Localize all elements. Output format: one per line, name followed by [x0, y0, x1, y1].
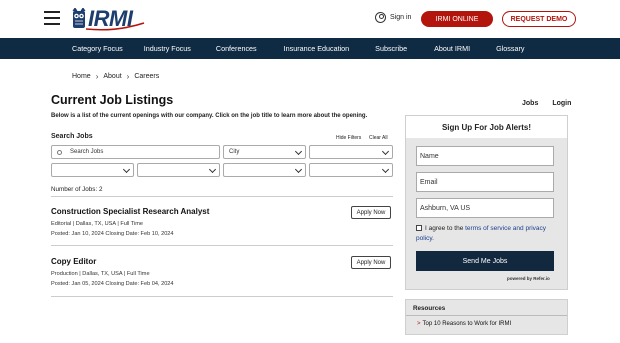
hide-filters-link[interactable]: Hide Filters — [336, 135, 361, 141]
menu-icon[interactable] — [44, 11, 60, 25]
chevron-down-icon — [208, 165, 217, 174]
divider — [51, 296, 393, 297]
nav-conferences[interactable]: Conferences — [216, 44, 257, 53]
login-link[interactable]: Login — [552, 100, 571, 107]
chevron-down-icon — [381, 147, 390, 156]
site-header: IRMI Sign in IRMI ONLINE REQUEST DEMO — [0, 0, 620, 38]
divider — [406, 315, 567, 316]
nav-glossary[interactable]: Glossary — [496, 44, 524, 53]
resources-box: Resources > Top 10 Reasons to Work for IR… — [405, 299, 568, 335]
breadcrumb-home[interactable]: Home — [72, 73, 91, 80]
number-of-jobs: Number of Jobs: 2 — [51, 186, 103, 193]
job-title-link[interactable]: Copy Editor — [51, 257, 96, 266]
page-title: Current Job Listings — [51, 93, 174, 107]
city-select[interactable]: City — [223, 145, 306, 159]
name-placeholder: Name — [420, 152, 439, 160]
job-details: Editorial | Dallas, TX, USA | Full Time — [51, 221, 144, 227]
apply-now-button[interactable]: Apply Now — [351, 206, 391, 219]
sign-in-label: Sign in — [390, 14, 412, 21]
chevron-down-icon — [294, 165, 303, 174]
chevron-down-icon — [122, 165, 131, 174]
job-board-links: Jobs Login — [522, 100, 571, 107]
divider — [51, 196, 393, 197]
jobs-link[interactable]: Jobs — [522, 100, 538, 107]
chevron-right-icon: › — [95, 72, 99, 81]
search-jobs-label: Search Jobs — [51, 133, 93, 140]
user-icon — [375, 12, 386, 23]
sign-in-link[interactable]: Sign in — [375, 12, 411, 23]
main-nav: Category Focus Industry Focus Conference… — [0, 38, 620, 59]
filter-select-4[interactable] — [223, 163, 306, 177]
logo-swoosh — [86, 22, 145, 31]
job-details: Production | Dallas, TX, USA | Full Time — [51, 271, 150, 277]
filter-select-3[interactable] — [137, 163, 220, 177]
agree-text: I agree to the — [425, 225, 466, 232]
intro-text: Below is a list of the current openings … — [51, 113, 368, 119]
job-title-link[interactable]: Construction Specialist Research Analyst — [51, 207, 209, 216]
job-alerts-widget: Sign Up For Job Alerts! Name Email Ashbu… — [405, 115, 568, 290]
nav-industry-focus[interactable]: Industry Focus — [144, 44, 191, 53]
resources-link[interactable]: > Top 10 Reasons to Work for IRMI — [417, 321, 511, 327]
filter-select-1[interactable] — [309, 145, 393, 159]
email-field[interactable]: Email — [416, 172, 554, 192]
city-select-value: City — [229, 149, 240, 155]
breadcrumb-careers: Careers — [134, 73, 160, 80]
chevron-right-icon: > — [417, 321, 421, 327]
search-jobs-input[interactable]: Search Jobs — [51, 145, 220, 159]
breadcrumb-about[interactable]: About — [103, 73, 121, 80]
filter-select-2[interactable] — [51, 163, 134, 177]
search-icon — [57, 150, 62, 155]
owl-icon — [72, 8, 86, 28]
email-placeholder: Email — [420, 178, 438, 186]
nav-subscribe[interactable]: Subscribe — [375, 44, 407, 53]
search-jobs-placeholder: Search Jobs — [70, 149, 104, 155]
chevron-down-icon — [294, 147, 303, 156]
chevron-right-icon: › — [126, 72, 130, 81]
breadcrumb: Home › About › Careers — [72, 72, 159, 81]
job-alerts-title: Sign Up For Job Alerts! — [406, 116, 567, 138]
resources-link-label: Top 10 Reasons to Work for IRMI — [422, 321, 512, 327]
send-me-jobs-button[interactable]: Send Me Jobs — [416, 251, 554, 271]
location-field[interactable]: Ashburn, VA US — [416, 198, 554, 218]
divider — [51, 245, 393, 246]
nav-about-irmi[interactable]: About IRMI — [434, 44, 470, 53]
job-dates: Posted: Jan 10, 2024 Closing Date: Feb 1… — [51, 231, 174, 237]
nav-insurance-education[interactable]: Insurance Education — [284, 44, 350, 53]
job-dates: Posted: Jan 05, 2024 Closing Date: Feb 0… — [51, 281, 174, 287]
request-demo-button[interactable]: REQUEST DEMO — [502, 11, 576, 27]
terms-agreement: I agree to the terms of service and priv… — [416, 224, 556, 244]
filter-select-5[interactable] — [309, 163, 393, 177]
terms-checkbox[interactable] — [416, 225, 422, 231]
nav-category-focus[interactable]: Category Focus — [72, 44, 123, 53]
name-field[interactable]: Name — [416, 146, 554, 166]
resources-heading: Resources — [413, 305, 446, 312]
location-value: Ashburn, VA US — [420, 204, 471, 212]
irmi-online-button[interactable]: IRMI ONLINE — [421, 11, 493, 27]
apply-now-button[interactable]: Apply Now — [351, 256, 391, 269]
chevron-down-icon — [381, 165, 390, 174]
clear-all-link[interactable]: Clear All — [369, 135, 388, 141]
powered-by-label: powered by Refer.io — [507, 276, 550, 281]
